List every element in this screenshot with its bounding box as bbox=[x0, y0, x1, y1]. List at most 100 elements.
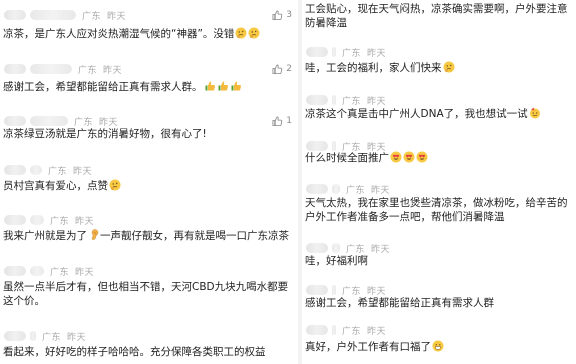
comment-time: 昨天 bbox=[67, 332, 87, 343]
comment-text: 感谢工会，希望都能留给正真有需求人群 bbox=[305, 297, 494, 309]
comment-item: 广东 昨天 看起来，好好吃的样子哈哈哈。充分保障各类职工的权益 bbox=[0, 328, 298, 364]
thinking-face-icon bbox=[109, 179, 121, 191]
avatar[interactable] bbox=[306, 95, 328, 105]
comment-location: 广东 bbox=[342, 326, 362, 337]
avatar[interactable] bbox=[4, 64, 26, 74]
comment-item: 广东 昨天 什么时候全面推广 bbox=[302, 138, 576, 170]
comment-text-row: 凉茶这个真是击中广州人DNA了，我也想试一试 bbox=[305, 107, 570, 121]
comment-text: 天气太热，我在家里也煲些清凉茶，做冰粉吃，给辛苦的户外工作者准备多一点吧，帮他们… bbox=[305, 197, 568, 223]
comment-time: 昨天 bbox=[367, 96, 387, 107]
comment-meta: 广东 昨天 bbox=[4, 61, 122, 77]
comment-text-part: 一声靓仔靓女，再有就是喝一口广东凉茶 bbox=[100, 230, 289, 242]
username-blurred[interactable] bbox=[30, 10, 76, 20]
heart-eyes-icon bbox=[403, 151, 415, 163]
username-blurred[interactable] bbox=[30, 215, 44, 225]
right-comment-column: 工会贴心，现在天气闷热，凉茶确实需要啊，户外要注意防暑降温 广东 昨天 哇，工会… bbox=[302, 0, 576, 364]
comment-text-row: 凉茶，是广东人应对炎热潮湿气候的“神器”。没错 bbox=[3, 27, 292, 41]
comment-location: 广东 bbox=[82, 11, 102, 22]
comment-meta: 广东 昨天 bbox=[306, 44, 386, 60]
thumbs-up-emoji-icon bbox=[218, 81, 228, 91]
username-blurred[interactable] bbox=[332, 141, 336, 151]
comment-text: 哇，好福利啊 bbox=[305, 255, 368, 267]
comment-location: 广东 bbox=[342, 96, 362, 107]
comment-time: 昨天 bbox=[75, 216, 95, 227]
avatar[interactable] bbox=[306, 243, 328, 253]
username-blurred[interactable] bbox=[332, 47, 336, 57]
thumbs-up-icon bbox=[272, 10, 283, 20]
comment-meta: 广东 昨天 bbox=[4, 328, 86, 344]
comment-item: 广东 昨天 哇，工会的福利，家人们快来 bbox=[302, 44, 576, 78]
comment-meta: 广东 昨天 bbox=[4, 263, 94, 279]
comment-text: 凉茶这个真是击中广州人DNA了，我也想试一试 bbox=[305, 108, 528, 120]
thumbs-up-emoji-icon bbox=[205, 81, 215, 91]
thinking-face-icon bbox=[443, 61, 454, 73]
thumbs-up-icon bbox=[272, 116, 283, 126]
heart-eyes-icon bbox=[416, 151, 428, 163]
like-count: 1 bbox=[286, 116, 292, 126]
comment-item: 广东 昨天 1 凉茶绿豆汤就是广东的消暑好物，很有心了! bbox=[0, 113, 298, 145]
avatar[interactable] bbox=[306, 285, 328, 295]
avatar[interactable] bbox=[4, 215, 26, 225]
avatar[interactable] bbox=[4, 116, 26, 126]
comment-text-row: 什么时候全面推广 bbox=[305, 151, 570, 165]
comment-text: 工会贴心，现在天气闷热，凉茶确实需要啊，户外要注意防暑降温 bbox=[305, 3, 568, 29]
comment-location: 广东 bbox=[50, 216, 70, 227]
comment-text: 感谢工会，希望都能留给正真有需求人群。 bbox=[3, 81, 203, 93]
comment-text-row: 真好，户外工作者有口福了 bbox=[305, 340, 570, 354]
username-blurred[interactable] bbox=[332, 325, 336, 335]
comment-item: 广东 昨天 哇，好福利啊 bbox=[302, 240, 576, 270]
comment-time: 昨天 bbox=[103, 65, 123, 76]
username-blurred[interactable] bbox=[332, 95, 336, 105]
comment-time: 昨天 bbox=[367, 48, 387, 59]
comment-location: 广东 bbox=[346, 244, 366, 255]
left-comment-column: 广东 昨天 3 凉茶，是广东人应对炎热潮湿气候的“神器”。没错 广东 昨天 2 … bbox=[0, 0, 298, 364]
comment-text-row: 员村宫真有爱心，点赞 bbox=[3, 179, 292, 193]
username-blurred[interactable] bbox=[332, 243, 340, 253]
heart-eyes-icon bbox=[390, 151, 402, 163]
username-blurred[interactable] bbox=[30, 116, 68, 126]
thinking-face-icon bbox=[235, 27, 247, 39]
comment-meta: 广东 昨天 bbox=[4, 7, 126, 23]
comment-text: 凉茶，是广东人应对炎热潮湿气候的“神器”。没错 bbox=[3, 28, 235, 40]
comment-location: 广东 bbox=[78, 65, 98, 76]
comment-text: 看起来，好好吃的样子哈哈哈。充分保障各类职工的权益 bbox=[3, 346, 266, 358]
comment-item: 广东 昨天 凉茶这个真是击中广州人DNA了，我也想试一试 bbox=[302, 92, 576, 126]
comment-text: 虽然一点半后才有，但也相当不错，天河CBD九块九喝水都要这个价。 bbox=[3, 281, 289, 307]
party-face-icon bbox=[529, 107, 540, 119]
comment-item: 广东 昨天 感谢工会，希望都能留给正真有需求人群 bbox=[302, 282, 576, 312]
comment-location: 广东 bbox=[48, 166, 68, 177]
avatar[interactable] bbox=[4, 331, 26, 341]
avatar[interactable] bbox=[4, 165, 26, 175]
comment-location: 广东 bbox=[42, 332, 62, 343]
comment-time: 昨天 bbox=[367, 326, 387, 337]
comment-text-row: 我来广州就是为了 一声靓仔靓女，再有就是喝一口广东凉茶 bbox=[3, 229, 292, 243]
comment-text: 凉茶绿豆汤就是广东的消暑好物，很有心了! bbox=[3, 128, 207, 140]
username-blurred[interactable] bbox=[332, 184, 340, 194]
comment-item: 广东 昨天 员村宫真有爱心，点赞 bbox=[0, 162, 298, 196]
username-blurred[interactable] bbox=[30, 331, 36, 341]
username-blurred[interactable] bbox=[30, 64, 72, 74]
avatar[interactable] bbox=[306, 325, 328, 335]
comment-meta: 广东 昨天 bbox=[306, 92, 386, 108]
username-blurred[interactable] bbox=[332, 285, 336, 295]
comment-item: 广东 昨天 天气太热，我在家里也煲些清凉茶，做冰粉吃，给辛苦的户外工作者准备多一… bbox=[302, 181, 576, 239]
comment-text: 什么时候全面推广 bbox=[305, 152, 389, 164]
avatar[interactable] bbox=[306, 184, 328, 194]
comment-meta: 广东 昨天 bbox=[306, 322, 386, 338]
avatar[interactable] bbox=[4, 10, 26, 20]
like-button[interactable]: 2 bbox=[272, 61, 292, 77]
like-count: 3 bbox=[286, 10, 292, 20]
username-blurred[interactable] bbox=[30, 165, 42, 175]
avatar[interactable] bbox=[4, 266, 26, 276]
comment-item: 广东 昨天 真好，户外工作者有口福了 bbox=[302, 322, 576, 356]
comment-item: 广东 昨天 2 感谢工会，希望都能留给正真有需求人群。 bbox=[0, 61, 298, 101]
comment-time: 昨天 bbox=[371, 244, 391, 255]
comment-time: 昨天 bbox=[73, 166, 93, 177]
like-button[interactable]: 3 bbox=[272, 7, 292, 23]
comment-location: 广东 bbox=[50, 267, 70, 278]
comment-text-row: 哇，工会的福利，家人们快来 bbox=[305, 61, 570, 75]
avatar[interactable] bbox=[306, 47, 328, 57]
username-blurred[interactable] bbox=[30, 266, 44, 276]
comment-location: 广东 bbox=[74, 117, 94, 128]
avatar[interactable] bbox=[306, 141, 328, 151]
